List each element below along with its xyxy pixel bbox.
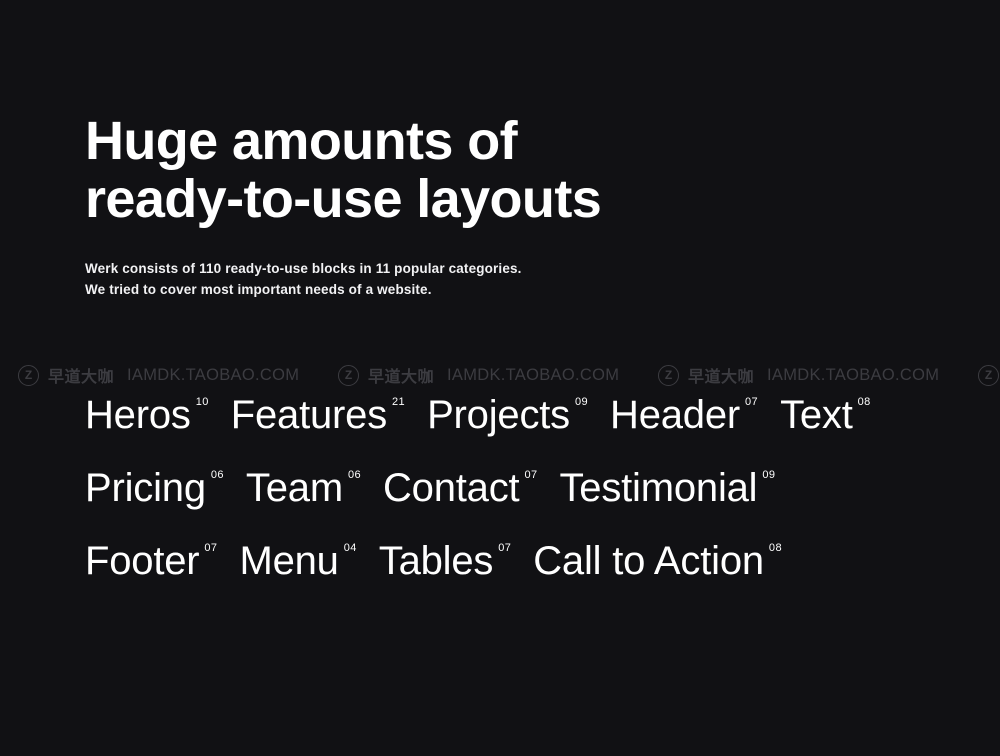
category-count-badge: 06 [210, 469, 224, 481]
watermark-overlay: Z 早道大咖 IAMDK.TAOBAO.COM Z 早道大咖 IAMDK.TAOBAO.C… [0, 358, 1000, 392]
category-item-contact[interactable]: Contact 07 [383, 465, 538, 511]
watermark-unit: Z 早道大咖 IAMDK.TAOBAO.COM [320, 363, 640, 387]
category-row: Footer 07 Menu 04 Tables 07 Call to Action 08 [85, 538, 975, 611]
category-row: Pricing 06 Team 06 Contact 07 Testimonial 09 [85, 465, 975, 538]
category-label: Text [780, 393, 853, 437]
category-label: Contact [382, 466, 520, 510]
category-label: Menu [239, 539, 339, 583]
category-item-text[interactable]: Text 08 [780, 392, 871, 438]
watermark-logo-icon: Z [658, 364, 679, 386]
watermark-unit: Z 早道大咖 IAMDK.TAOBAO.COM [640, 363, 960, 387]
watermark-url-label: IAMDK.TAOBAO.COM [127, 365, 300, 384]
watermark-url-label: IAMDK.TAOBAO.COM [447, 365, 620, 384]
category-count-badge: 09 [574, 396, 589, 408]
watermark-url-label: IAMDK.TAOBAO.COM [767, 365, 940, 384]
hero-subtitle: Werk consists of 110 ready-to-use blocks… [85, 261, 522, 297]
category-label: Pricing [85, 466, 206, 510]
category-item-tables[interactable]: Tables 07 [379, 538, 511, 584]
watermark-logo-icon: Z [18, 364, 39, 386]
category-item-features[interactable]: Features 21 [231, 392, 405, 438]
category-count-badge: 04 [343, 542, 357, 554]
category-item-footer[interactable]: Footer 07 [85, 538, 217, 584]
category-label: Header [610, 393, 741, 437]
landing-page: Huge amounts of ready-to-use layouts Wer… [0, 0, 1000, 756]
category-label: Tables [378, 539, 494, 583]
watermark-logo-icon: Z [338, 364, 359, 386]
category-count-badge: 10 [195, 396, 209, 408]
category-item-menu[interactable]: Menu 04 [239, 538, 356, 584]
category-list: Heros 10 Features 21 Projects 09 Header 07 Text 0… [85, 392, 975, 611]
watermark-brand-label: 早道大咖 [48, 369, 115, 386]
category-label: Call to Action [533, 539, 764, 583]
watermark-logo-icon: Z [978, 364, 999, 386]
category-item-testimonial[interactable]: Testimonial 09 [559, 465, 775, 511]
watermark-unit: Z早道大咖IAMDK.TAOBAO.COM [960, 363, 1000, 387]
category-item-pricing[interactable]: Pricing 06 [85, 465, 224, 511]
category-count-badge: 07 [745, 396, 759, 408]
watermark-brand-label: 早道大咖 [688, 369, 755, 386]
category-item-heros[interactable]: Heros 10 [85, 392, 209, 438]
category-count-badge: 06 [347, 469, 361, 481]
category-count-badge: 07 [524, 469, 538, 481]
page-title: Huge amounts of ready-to-use layouts [85, 111, 602, 229]
category-count-badge: 07 [204, 542, 218, 554]
category-label: Testimonial [559, 466, 758, 510]
watermark-brand-label: 早道大咖 [368, 369, 435, 386]
category-label: Footer [85, 539, 200, 583]
category-count-badge: 08 [768, 542, 782, 554]
category-count-badge: 21 [392, 396, 406, 408]
category-item-projects[interactable]: Projects 09 [427, 392, 588, 438]
category-label: Features [230, 393, 388, 437]
category-item-call-to-action[interactable]: Call to Action 08 [533, 538, 782, 584]
category-count-badge: 08 [857, 396, 871, 408]
category-label: Team [245, 466, 343, 510]
category-item-team[interactable]: Team 06 [246, 465, 361, 511]
category-row: Heros 10 Features 21 Projects 09 Header 07 Text 0… [85, 392, 975, 465]
category-item-header[interactable]: Header 07 [610, 392, 758, 438]
category-label: Heros [85, 393, 191, 437]
watermark-unit: Z 早道大咖 IAMDK.TAOBAO.COM [0, 363, 320, 387]
category-count-badge: 09 [762, 469, 776, 481]
category-label: Projects [427, 393, 570, 437]
category-count-badge: 07 [498, 542, 512, 554]
